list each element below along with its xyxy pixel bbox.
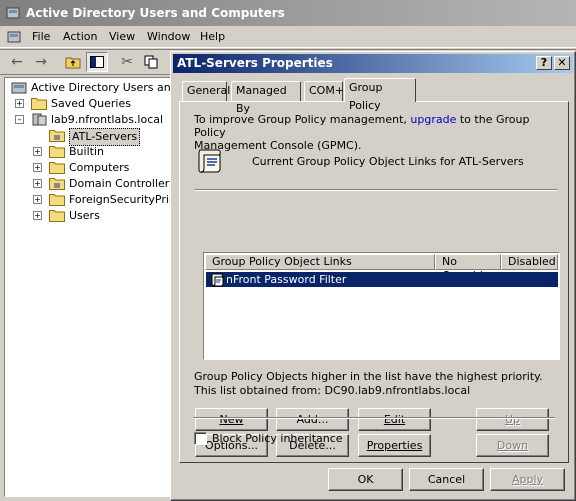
tab-group-policy[interactable]: Group Policy <box>344 78 416 112</box>
tree-item-foreign-security-principals[interactable]: + ForeignSecurityPrinci <box>33 192 175 208</box>
menu-help[interactable]: Help <box>200 30 225 43</box>
copy-icon[interactable] <box>140 52 162 72</box>
ou-folder-icon <box>49 130 65 142</box>
folder-icon <box>31 98 47 110</box>
apply-button-label: Apply <box>511 473 544 486</box>
tree-item-computers[interactable]: + Computers <box>33 160 175 176</box>
tree-item-domain-controllers[interactable]: + Domain Controllers <box>33 176 175 192</box>
up-button-label: Up <box>504 413 521 426</box>
priority-note: Group Policy Objects higher in the list … <box>194 370 543 383</box>
menu-window[interactable]: Window <box>147 30 190 43</box>
tree-item-label: Saved Queries <box>51 97 131 110</box>
domain-icon <box>32 113 47 126</box>
tree-item-label: Builtin <box>69 145 104 158</box>
dialog-title: ATL-Servers Properties <box>177 56 333 70</box>
cut-icon[interactable]: ✂ <box>116 52 138 72</box>
tree-item-label: ForeignSecurityPrinci <box>69 193 176 206</box>
dialog-title-bar[interactable]: ATL-Servers Properties ? ✕ <box>173 54 573 73</box>
up-button[interactable]: Up <box>476 408 549 431</box>
upgrade-link[interactable]: upgrade <box>410 113 456 126</box>
gpo-row[interactable]: nFront Password Filter <box>206 272 558 287</box>
tab-general[interactable]: General <box>182 81 230 101</box>
forward-arrow-icon[interactable]: → <box>30 52 52 72</box>
folder-icon <box>49 162 65 174</box>
down-button[interactable]: Down <box>476 434 549 457</box>
tab-com-plus[interactable]: COM+ <box>304 81 344 101</box>
tab-managed-by[interactable]: Managed By <box>231 81 301 115</box>
folder-icon <box>49 146 65 158</box>
group-policy-tab-panel: To improve Group Policy management, upgr… <box>179 101 569 463</box>
add-button[interactable]: Add... <box>276 408 349 431</box>
tree-item-label: Domain Controllers <box>69 177 176 190</box>
system-menu-icon[interactable] <box>6 29 22 45</box>
tree-item-users[interactable]: + Users <box>33 208 175 224</box>
tree-item-label: Users <box>69 209 100 222</box>
collapse-minus-icon[interactable]: – <box>15 115 24 124</box>
tree-item-saved-queries[interactable]: + Saved Queries <box>15 96 175 112</box>
block-inheritance-checkbox[interactable] <box>194 432 207 445</box>
tree-item-label: Computers <box>69 161 130 174</box>
separator <box>193 417 555 419</box>
properties-button[interactable]: Properties <box>358 434 431 457</box>
edit-button-label: Edit <box>383 413 406 426</box>
separator <box>194 189 558 191</box>
menu-bar: File Action View Window Help <box>0 26 576 48</box>
new-button[interactable]: New <box>195 408 268 431</box>
folder-icon <box>49 194 65 206</box>
ou-folder-icon <box>49 178 65 190</box>
tree-item-label: lab9.nfrontlabs.local <box>51 113 164 126</box>
ok-button[interactable]: OK <box>328 468 403 491</box>
new-button-label: New <box>219 413 244 426</box>
folder-icon <box>49 210 65 222</box>
current-links-label: Current Group Policy Object Links for AT… <box>252 155 524 168</box>
apply-button[interactable]: Apply <box>490 468 565 491</box>
tree-root-label: Active Directory Users and C <box>31 81 176 94</box>
expand-plus-icon[interactable]: + <box>33 195 42 204</box>
intro-text: To improve Group Policy management, upgr… <box>194 113 554 152</box>
close-button[interactable]: ✕ <box>554 56 570 70</box>
down-button-label: Down <box>496 439 529 452</box>
block-inheritance-label[interactable]: Block Policy inheritance <box>212 432 343 445</box>
tree-item-atl-servers[interactable]: ATL-Servers <box>49 128 175 146</box>
edit-button[interactable]: Edit <box>358 408 431 431</box>
main-window-title-bar[interactable]: Active Directory Users and Computers <box>0 0 576 26</box>
menu-view[interactable]: View <box>109 30 135 43</box>
back-arrow-icon[interactable]: ← <box>6 52 28 72</box>
up-folder-icon[interactable] <box>62 52 84 72</box>
column-header-disabled[interactable]: Disabled <box>501 254 558 270</box>
gpo-links-list[interactable]: Group Policy Object Links No Override Di… <box>203 252 560 360</box>
menu-file[interactable]: File <box>32 30 50 43</box>
aduc-root-icon <box>11 82 27 94</box>
properties-dialog: ATL-Servers Properties ? ✕ General Manag… <box>170 51 576 501</box>
tree-item-domain[interactable]: – lab9.nfrontlabs.local <box>15 112 175 128</box>
menu-action[interactable]: Action <box>63 30 97 43</box>
show-hide-tree-icon[interactable] <box>86 52 108 72</box>
expand-plus-icon[interactable]: + <box>33 211 42 220</box>
properties-button-label: Properties <box>366 439 423 452</box>
group-policy-scroll-icon <box>198 149 221 173</box>
obtained-from: This list obtained from: DC90.lab9.nfron… <box>194 384 471 397</box>
gpo-scroll-icon <box>211 273 224 287</box>
aduc-app-icon <box>6 7 20 19</box>
expand-plus-icon[interactable]: + <box>33 163 42 172</box>
main-window-title: Active Directory Users and Computers <box>26 6 285 20</box>
expand-plus-icon[interactable]: + <box>33 147 42 156</box>
column-header-links[interactable]: Group Policy Object Links <box>205 254 435 270</box>
gpo-name: nFront Password Filter <box>226 273 347 286</box>
add-button-label: Add... <box>296 413 329 426</box>
tree-item-builtin[interactable]: + Builtin <box>33 144 175 160</box>
help-button[interactable]: ? <box>536 56 552 70</box>
cancel-button[interactable]: Cancel <box>409 468 484 491</box>
column-header-no-override[interactable]: No Override <box>435 254 501 282</box>
console-tree[interactable]: Active Directory Users and C + Saved Que… <box>4 77 176 497</box>
expand-plus-icon[interactable]: + <box>33 179 42 188</box>
expand-plus-icon[interactable]: + <box>15 99 24 108</box>
